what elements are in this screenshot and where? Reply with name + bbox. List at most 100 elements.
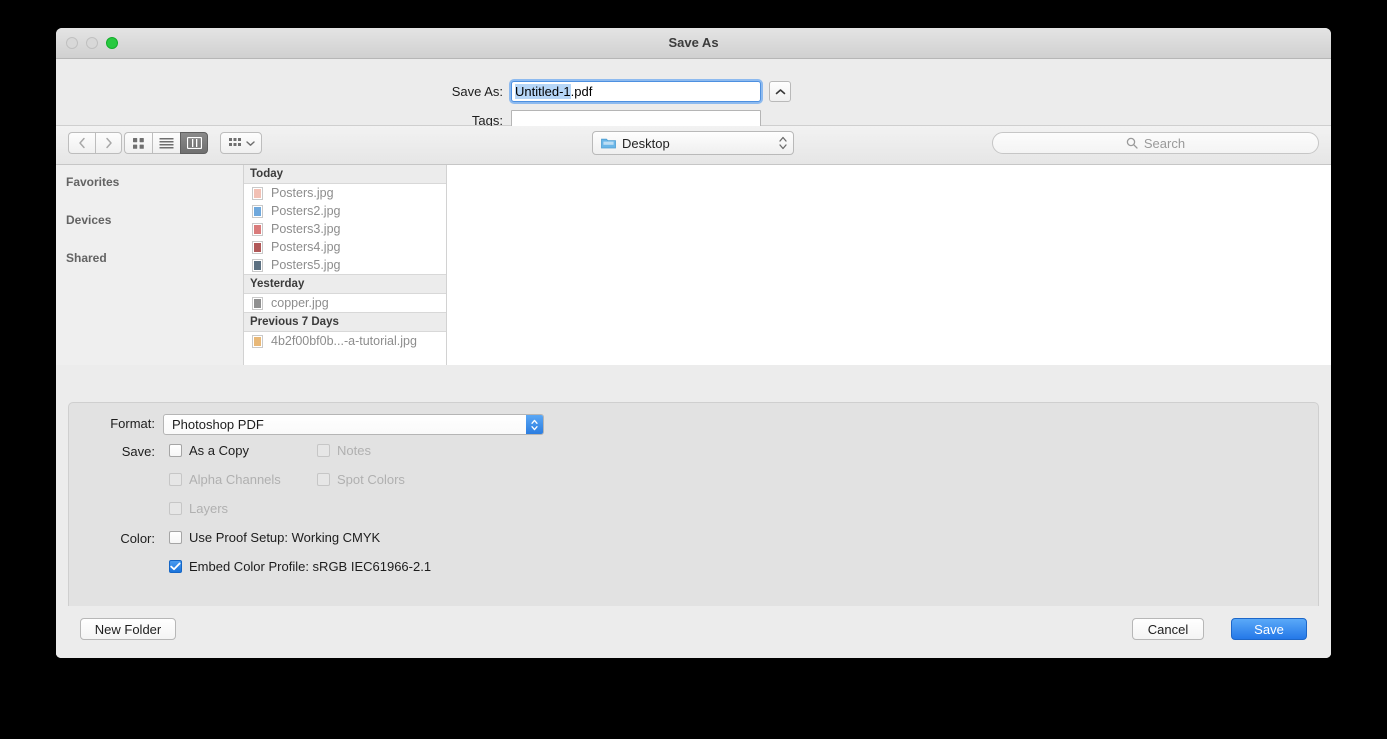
- file-name: Posters4.jpg: [271, 240, 341, 254]
- file-name: copper.jpg: [271, 296, 329, 310]
- file-thumbnail-icon: [252, 204, 263, 218]
- navigation-segmented-control: [68, 132, 122, 154]
- stepper-updown-icon: [526, 415, 543, 434]
- list-item[interactable]: Posters3.jpg: [244, 220, 446, 238]
- file-name: Posters.jpg: [271, 186, 334, 200]
- checkbox-notes: Notes: [317, 443, 371, 458]
- file-thumbnail-icon: [252, 258, 263, 272]
- checkbox-label: As a Copy: [189, 443, 249, 458]
- save-button[interactable]: Save: [1231, 618, 1307, 640]
- format-options-panel: Format: Photoshop PDF Save: As a Copy No…: [68, 402, 1319, 614]
- arrange-control: [220, 132, 262, 154]
- file-name: Posters2.jpg: [271, 204, 341, 218]
- icon-view-icon: [133, 137, 144, 149]
- format-label: Format:: [110, 416, 155, 431]
- chevron-right-icon: [106, 137, 112, 149]
- checkbox-label: Alpha Channels: [189, 472, 281, 487]
- checkbox-box: [169, 502, 182, 515]
- format-popup-button[interactable]: Photoshop PDF: [163, 414, 544, 435]
- path-label: Desktop: [622, 135, 670, 151]
- search-input[interactable]: Search: [992, 132, 1319, 154]
- color-label: Color:: [120, 531, 155, 546]
- view-mode-segmented-control: [124, 132, 208, 154]
- file-column[interactable]: Today Posters.jpg Posters2.jpg Posters3.…: [244, 165, 447, 365]
- sidebar: Favorites Devices Shared: [56, 165, 244, 365]
- path-popup-button[interactable]: Desktop: [592, 131, 794, 155]
- checkbox-box: [169, 531, 182, 544]
- chevron-up-icon: [775, 88, 785, 94]
- checkbox-label: Layers: [189, 501, 229, 516]
- checkbox-spot-colors: Spot Colors: [317, 472, 405, 487]
- list-view-icon: [159, 138, 174, 149]
- sidebar-section-favorites[interactable]: Favorites: [56, 173, 243, 191]
- save-as-input[interactable]: Untitled-1 .pdf: [511, 81, 761, 102]
- list-view-button[interactable]: [152, 132, 180, 154]
- checkbox-layers: Layers: [169, 501, 228, 516]
- save-as-value-extension: .pdf: [570, 84, 593, 99]
- checkbox-alpha-channels: Alpha Channels: [169, 472, 281, 487]
- forward-button[interactable]: [95, 132, 122, 154]
- preview-column: [447, 165, 1331, 365]
- file-browser: Favorites Devices Shared Today Posters.j…: [56, 165, 1331, 365]
- column-view-icon: [186, 137, 202, 149]
- save-as-dialog: Save As Save As: Untitled-1 .pdf Tags: D…: [56, 28, 1331, 658]
- file-thumbnail-icon: [252, 240, 263, 254]
- file-name: Posters5.jpg: [271, 258, 341, 272]
- checkbox-embed-color-profile[interactable]: Embed Color Profile: sRGB IEC61966-2.1: [169, 559, 431, 574]
- list-item[interactable]: copper.jpg: [244, 294, 446, 312]
- checkbox-label: Spot Colors: [337, 472, 405, 487]
- name-area: Save As: Untitled-1 .pdf Tags:: [56, 59, 1331, 131]
- folder-icon: [601, 137, 616, 149]
- screen: Save As Save As: Untitled-1 .pdf Tags: D…: [0, 0, 1387, 739]
- disclosure-button[interactable]: [769, 81, 791, 102]
- browser-toolbar: Desktop Search: [56, 126, 1331, 165]
- sidebar-section-shared[interactable]: Shared: [56, 249, 243, 267]
- checkbox-box: [317, 444, 330, 457]
- checkbox-box: [169, 473, 182, 486]
- window-title: Save As: [668, 35, 719, 50]
- checkbox-label: Embed Color Profile: sRGB IEC61966-2.1: [189, 559, 432, 574]
- file-thumbnail-icon: [252, 296, 263, 310]
- file-name: Posters3.jpg: [271, 222, 341, 236]
- checkbox-box: [169, 444, 182, 457]
- icon-view-button[interactable]: [124, 132, 152, 154]
- file-thumbnail-icon: [252, 334, 263, 348]
- group-header-today: Today: [244, 165, 446, 184]
- sidebar-section-devices[interactable]: Devices: [56, 211, 243, 229]
- title-bar: Save As: [56, 28, 1331, 59]
- save-as-label: Save As:: [451, 84, 503, 99]
- list-item[interactable]: Posters.jpg: [244, 184, 446, 202]
- file-thumbnail-icon: [252, 186, 263, 200]
- dialog-button-bar: New Folder Cancel Save: [56, 606, 1331, 658]
- list-item[interactable]: Posters2.jpg: [244, 202, 446, 220]
- checkbox-label: Notes: [337, 443, 371, 458]
- group-header-previous-7-days: Previous 7 Days: [244, 312, 446, 332]
- checkbox-box: [169, 560, 182, 573]
- checkbox-use-proof-setup[interactable]: Use Proof Setup: Working CMYK: [169, 530, 380, 545]
- checkbox-box: [317, 473, 330, 486]
- search-placeholder: Search: [1143, 135, 1186, 151]
- list-item[interactable]: 4b2f00bf0b...-a-tutorial.jpg: [244, 332, 446, 350]
- chevron-down-icon: [245, 140, 255, 146]
- arrange-icon: [228, 138, 241, 146]
- save-as-row: Save As: Untitled-1 .pdf: [56, 81, 1331, 102]
- stepper-updown-icon: [778, 134, 788, 152]
- group-header-yesterday: Yesterday: [244, 274, 446, 294]
- checkbox-label: Use Proof Setup: Working CMYK: [189, 530, 381, 545]
- list-item[interactable]: Posters5.jpg: [244, 256, 446, 274]
- list-item[interactable]: Posters4.jpg: [244, 238, 446, 256]
- arrange-button[interactable]: [220, 132, 262, 154]
- save-label: Save:: [121, 444, 155, 459]
- new-folder-button[interactable]: New Folder: [80, 618, 176, 640]
- column-view-button[interactable]: [180, 132, 208, 154]
- checkmark-icon: [170, 562, 181, 571]
- file-thumbnail-icon: [252, 222, 263, 236]
- checkbox-as-a-copy[interactable]: As a Copy: [169, 443, 249, 458]
- file-name: 4b2f00bf0b...-a-tutorial.jpg: [271, 334, 417, 348]
- format-value: Photoshop PDF: [172, 417, 264, 432]
- cancel-button[interactable]: Cancel: [1132, 618, 1204, 640]
- chevron-left-icon: [78, 137, 85, 149]
- search-icon: [1126, 137, 1138, 149]
- back-button[interactable]: [68, 132, 95, 154]
- save-as-value-selected: Untitled-1: [515, 84, 571, 99]
